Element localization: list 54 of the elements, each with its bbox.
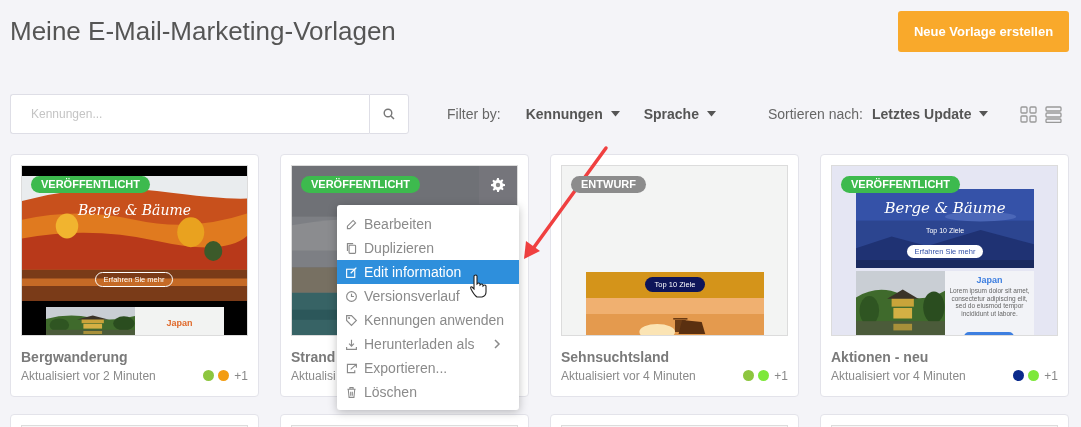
edit-icon (345, 265, 358, 279)
updated-time: Aktualisiert vor 2 Minuten (21, 368, 156, 383)
list-view-button[interactable] (1045, 105, 1063, 123)
email-heading: Japan (165, 318, 194, 328)
status-badge: VERÖFFENTLICHT (301, 176, 420, 193)
menu-item[interactable]: Exportieren... (337, 356, 519, 380)
caret-down-icon (979, 111, 989, 117)
copy-icon (345, 241, 358, 255)
menu-item[interactable]: Bearbeiten (337, 212, 519, 236)
trash-icon (345, 385, 358, 399)
template-name: Sehnsuchtsland (561, 349, 671, 365)
more-tags-count: +1 (1044, 368, 1058, 383)
template-name: Strand (291, 349, 337, 365)
email-heading: Berge & Bäume (883, 199, 1007, 217)
menu-item[interactable]: Duplizieren (337, 236, 519, 260)
settings-button[interactable] (479, 166, 517, 204)
pencil-icon (345, 217, 358, 231)
settings-icon (491, 178, 505, 192)
updated-time: Aktualisiert vor 4 Minuten (831, 368, 966, 383)
email-heading: Berge & Bäume (76, 202, 193, 218)
template-name: Bergwanderung (21, 349, 129, 365)
export-icon (345, 361, 358, 375)
page-title: Meine E-Mail-Marketing-Vorlagen (10, 16, 396, 47)
clock-icon (345, 289, 358, 303)
hand-cursor-icon (469, 274, 487, 298)
grid-view-button[interactable] (1020, 105, 1038, 123)
status-badge: VERÖFFENTLICHT (841, 176, 960, 193)
email-heading: Japan (975, 275, 1004, 285)
menu-item[interactable]: Edit information (337, 260, 519, 284)
menu-item[interactable]: Kennungen anwenden (337, 308, 519, 332)
more-tags-count: +1 (234, 368, 248, 383)
grid-icon (1020, 105, 1038, 123)
template-name: Aktionen - neu (831, 349, 930, 365)
updated-time: Aktualisiert vor 4 Minuten (561, 368, 696, 383)
search-field[interactable]: Kennungen... (10, 94, 369, 134)
filter-dropdown[interactable]: Kennungen (525, 106, 620, 122)
menu-item[interactable]: Herunterladen als (337, 332, 519, 356)
download-icon (345, 337, 358, 351)
menu-item[interactable]: Löschen (337, 380, 519, 404)
caret-down-icon (706, 111, 716, 117)
menu-item[interactable]: Versionsverlauf (337, 284, 519, 308)
list-icon (1045, 105, 1063, 123)
filter-label: Filter by: (447, 106, 501, 122)
search-icon (383, 108, 395, 120)
updated-time: Aktualisi (291, 368, 336, 383)
filter-dropdown[interactable]: Sprache (643, 106, 716, 122)
sort-label: Sortieren nach: (767, 106, 863, 122)
more-tags-count: +1 (774, 368, 788, 383)
search-button[interactable] (369, 94, 409, 134)
status-badge: ENTWURF (571, 176, 646, 193)
caret-down-icon (610, 111, 620, 117)
sort-dropdown[interactable]: Letztes Update (871, 106, 989, 122)
status-badge: VERÖFFENTLICHT (31, 176, 150, 193)
tag-icon (345, 313, 358, 327)
